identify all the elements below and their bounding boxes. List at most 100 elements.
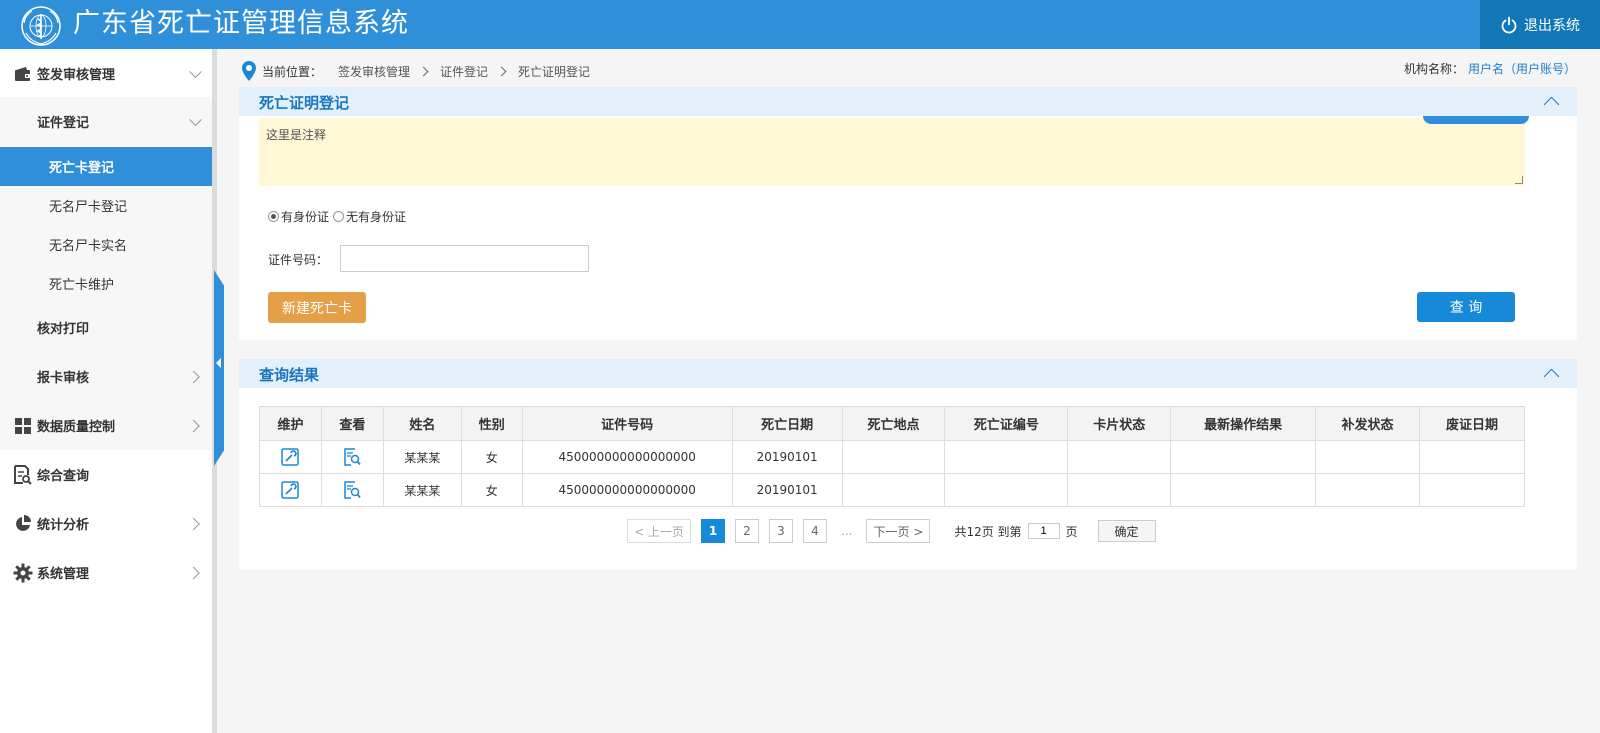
- radio-no-id[interactable]: [333, 211, 345, 222]
- page-button-4[interactable]: 4: [803, 519, 827, 543]
- note-textarea[interactable]: 这里是注释: [259, 118, 1525, 186]
- location-pin-icon: [242, 61, 256, 81]
- page-button-1[interactable]: 1: [701, 519, 725, 543]
- sidebar-item-label: 无名尸卡实名: [49, 239, 128, 254]
- chevron-up-icon[interactable]: [1543, 368, 1560, 385]
- grid-icon: [13, 416, 33, 436]
- cert-number-cell: [944, 440, 1069, 474]
- resize-grip-icon[interactable]: [1515, 176, 1523, 184]
- name-cell: 某某某: [382, 473, 462, 507]
- page-ellipsis: ...: [841, 524, 853, 538]
- edit-maintain-icon[interactable]: [281, 448, 300, 466]
- sidebar-collapse-handle[interactable]: [214, 270, 224, 466]
- sidebar-item-death-card-maintain[interactable]: 死亡卡维护: [0, 264, 212, 303]
- sidebar-group-label: 签发审核管理: [37, 68, 116, 83]
- logout-button[interactable]: 退出系统: [1480, 0, 1600, 49]
- sidebar-group-combined-query[interactable]: 综合查询: [0, 450, 212, 499]
- reissue-status-cell: [1315, 440, 1420, 474]
- view-document-icon[interactable]: [343, 448, 362, 466]
- column-header: 姓名: [382, 406, 462, 441]
- column-header: 查看: [320, 406, 384, 441]
- sidebar-item-label: 死亡卡维护: [49, 278, 115, 293]
- view-cell: [320, 440, 384, 474]
- prev-page-button[interactable]: < 上一页: [627, 519, 691, 543]
- chevron-right-icon: [187, 566, 200, 579]
- radio-has-id[interactable]: [268, 211, 279, 222]
- next-page-button[interactable]: 下一页 >: [866, 519, 931, 543]
- breadcrumb-item[interactable]: 证件登记: [440, 63, 488, 80]
- chevron-down-icon: [189, 112, 202, 126]
- table-header-row: 维护 查看 姓名 性别 证件号码 死亡日期 死亡地点 死亡证编号 卡片状态 最新…: [259, 406, 1526, 441]
- column-header: 死亡日期: [731, 406, 843, 441]
- sidebar-item-death-card-register[interactable]: 死亡卡登记: [0, 147, 212, 186]
- sidebar-submenu: 证件登记 死亡卡登记 无名尸卡登记 无名尸卡实名 死亡卡维护 核对打印 报卡审核: [0, 97, 212, 450]
- id-number-cell: 450000000000000000: [521, 440, 733, 474]
- column-header: 最新操作结果: [1170, 406, 1317, 441]
- power-icon: [1501, 16, 1517, 33]
- death-date-cell: 20190101: [731, 440, 843, 474]
- chevron-right-icon: [496, 66, 507, 76]
- breadcrumb-prefix: 当前位置：: [262, 64, 323, 79]
- chevron-right-icon: [187, 517, 200, 530]
- new-death-card-button[interactable]: 新建死亡卡: [268, 292, 366, 323]
- sidebar-item-verify-print[interactable]: 核对打印: [0, 303, 212, 352]
- sidebar-item-unnamed-corpse-register[interactable]: 无名尸卡登记: [0, 186, 212, 225]
- radio-label: 无有身份证: [346, 210, 407, 224]
- latest-result-cell: [1170, 440, 1317, 474]
- gender-cell: 女: [460, 473, 523, 507]
- chevron-right-icon: [418, 66, 429, 76]
- sidebar-item-label: 死亡卡登记: [49, 161, 115, 176]
- sidebar-item-certificate-register[interactable]: 证件登记: [0, 97, 212, 146]
- sidebar-group-label: 综合查询: [37, 469, 90, 484]
- goto-confirm-button[interactable]: 确定: [1097, 520, 1156, 542]
- panel-header: 死亡证明登记: [239, 87, 1577, 116]
- sidebar-item-label: 无名尸卡登记: [49, 200, 128, 215]
- gender-cell: 女: [460, 440, 523, 474]
- pagination: < 上一页 1 2 3 4 ... 下一页 > 共12页 到第 页 确定: [627, 519, 1156, 543]
- id-number-label: 证件号码：: [268, 253, 329, 267]
- view-document-icon[interactable]: [343, 481, 362, 499]
- id-number-input[interactable]: [340, 245, 589, 272]
- edit-maintain-icon[interactable]: [281, 481, 300, 499]
- sidebar-group-system[interactable]: 系统管理: [0, 548, 212, 597]
- sidebar-item-card-review[interactable]: 报卡审核: [0, 352, 212, 401]
- who-emblem-logo: [21, 6, 61, 46]
- panel-title: 查询结果: [259, 366, 320, 384]
- sidebar-group-label: 系统管理: [37, 567, 90, 582]
- reissue-status-cell: [1315, 473, 1420, 507]
- page-button-2[interactable]: 2: [735, 519, 759, 543]
- chevron-right-icon: [187, 419, 200, 432]
- page-button-3[interactable]: 3: [769, 519, 793, 543]
- query-button[interactable]: 查 询: [1417, 292, 1515, 322]
- total-pages-text: 共12页 到第: [954, 524, 1022, 539]
- sidebar-group-label: 数据质量控制: [37, 420, 116, 435]
- breadcrumb: 当前位置： 签发审核管理 证件登记 死亡证明登记: [242, 60, 590, 82]
- column-header: 死亡证编号: [944, 406, 1069, 441]
- goto-page-input[interactable]: [1027, 523, 1060, 539]
- document-search-icon: [13, 464, 33, 485]
- breadcrumb-item[interactable]: 签发审核管理: [338, 63, 410, 80]
- view-cell: [320, 473, 384, 507]
- id-type-radio-group: 有身份证 无有身份证: [268, 208, 406, 225]
- top-header: 广东省死亡证管理信息系统 退出系统: [0, 0, 1600, 49]
- table-row: 某某某 女 450000000000000000 20190101: [259, 440, 1526, 474]
- chevron-left-icon: [216, 358, 221, 368]
- results-table: 维护 查看 姓名 性别 证件号码 死亡日期 死亡地点 死亡证编号 卡片状态 最新…: [259, 406, 1526, 507]
- sidebar-group-issue-review[interactable]: 签发审核管理: [0, 49, 212, 98]
- cert-number-cell: [944, 473, 1069, 507]
- note-collapse-tab[interactable]: [1423, 116, 1529, 124]
- note-text: 这里是注释: [266, 128, 327, 142]
- user-link[interactable]: 用户名（用户账号）: [1468, 62, 1576, 76]
- sidebar-group-statistics[interactable]: 统计分析: [0, 499, 212, 548]
- card-status-cell: [1067, 440, 1172, 474]
- death-place-cell: [841, 473, 946, 507]
- sidebar-group-data-quality[interactable]: 数据质量控制: [0, 401, 212, 450]
- sidebar-item-label: 证件登记: [37, 116, 90, 131]
- column-header: 补发状态: [1315, 406, 1420, 441]
- table-row: 某某某 女 450000000000000000 20190101: [259, 473, 1526, 507]
- sidebar-item-label: 核对打印: [37, 322, 90, 337]
- chevron-up-icon[interactable]: [1543, 96, 1560, 113]
- gear-icon: [13, 563, 33, 583]
- sidebar-item-label: 报卡审核: [37, 371, 90, 386]
- sidebar-item-unnamed-corpse-realname[interactable]: 无名尸卡实名: [0, 225, 212, 264]
